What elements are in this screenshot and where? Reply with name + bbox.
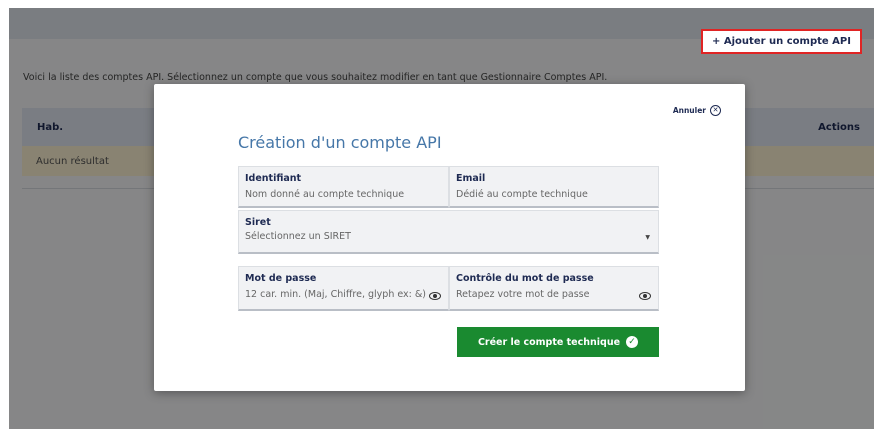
- password-confirm-input[interactable]: Retapez votre mot de passe: [456, 289, 652, 300]
- siret-label: Siret: [245, 217, 271, 228]
- siret-selected-value[interactable]: Sélectionnez un SIRET: [245, 231, 652, 242]
- password-label: Mot de passe: [245, 273, 317, 284]
- email-field[interactable]: Email Dédié au compte technique: [449, 166, 659, 208]
- eye-icon[interactable]: [429, 292, 441, 300]
- modal-title: Création d'un compte API: [238, 133, 442, 152]
- create-api-account-modal: Annuler ✕ Création d'un compte API Ident…: [154, 84, 745, 391]
- email-label: Email: [456, 173, 486, 184]
- password-field[interactable]: Mot de passe 12 car. min. (Maj, Chiffre,…: [238, 266, 449, 311]
- create-button-label: Créer le compte technique: [477, 336, 621, 348]
- left-strip: [0, 8, 9, 429]
- top-strip: [0, 0, 874, 8]
- close-circle-icon: ✕: [710, 105, 721, 116]
- eye-icon[interactable]: [639, 292, 651, 300]
- cancel-label: Annuler: [672, 106, 706, 115]
- password-confirm-field[interactable]: Contrôle du mot de passe Retapez votre m…: [449, 266, 659, 311]
- check-circle-icon: ✓: [626, 336, 639, 348]
- identifiant-field[interactable]: Identifiant Nom donné au compte techniqu…: [238, 166, 449, 208]
- identifiant-label: Identifiant: [245, 173, 302, 184]
- identifiant-input[interactable]: Nom donné au compte technique: [245, 189, 442, 200]
- cancel-button[interactable]: Annuler ✕: [673, 105, 721, 116]
- email-input[interactable]: Dédié au compte technique: [456, 189, 652, 200]
- create-technical-account-button[interactable]: Créer le compte technique ✓: [457, 327, 659, 357]
- password-confirm-label: Contrôle du mot de passe: [456, 273, 594, 284]
- password-input[interactable]: 12 car. min. (Maj, Chiffre, glyph ex: &): [245, 289, 442, 300]
- add-api-account-button[interactable]: + Ajouter un compte API: [701, 29, 862, 54]
- siret-select[interactable]: Siret Sélectionnez un SIRET ▼: [238, 210, 659, 254]
- chevron-down-icon: ▼: [645, 234, 650, 241]
